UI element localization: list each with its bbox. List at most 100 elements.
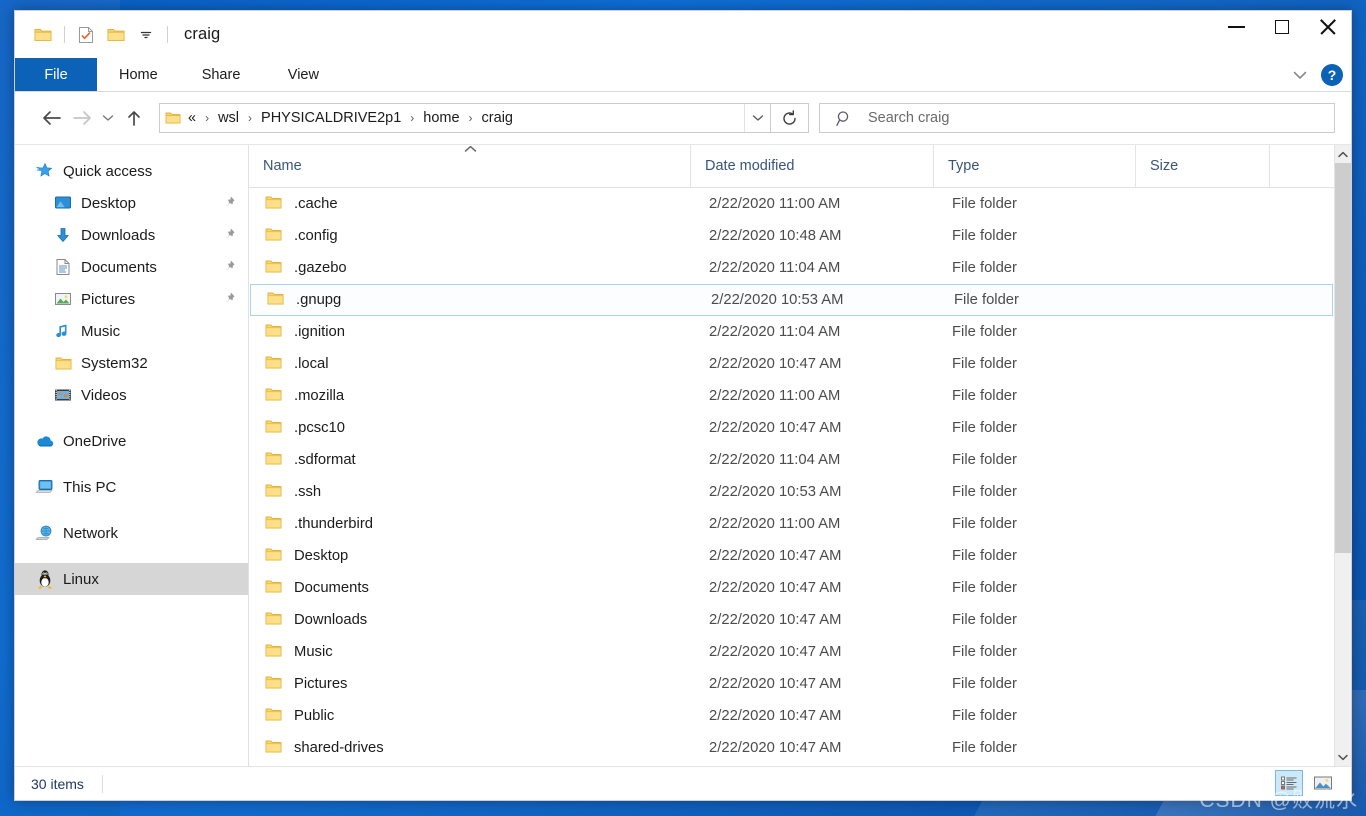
column-header-type[interactable]: Type [934,145,1136,188]
table-row[interactable]: Downloads2/22/2020 10:47 AMFile folder [249,604,1334,636]
navigation-pane: Quick access Desktop [15,145,249,766]
maximize-icon [1275,20,1289,34]
breadcrumb-item-home[interactable]: home [421,110,461,126]
minimize-button[interactable] [1213,11,1259,43]
tab-view[interactable]: View [262,58,344,91]
table-row[interactable]: .gnupg2/22/2020 10:53 AMFile folder [250,284,1333,316]
address-dropdown-button[interactable] [744,104,770,132]
file-name-label: shared-drives [294,740,384,756]
sidebar-item-network[interactable]: Network [15,517,248,549]
sidebar-item-onedrive[interactable]: OneDrive [15,425,248,457]
table-row[interactable]: .mozilla2/22/2020 11:00 AMFile folder [249,380,1334,412]
folder-icon [265,515,282,534]
file-name-cell: .pcsc10 [253,419,695,438]
breadcrumb-item-craig[interactable]: craig [480,110,515,126]
table-row[interactable]: Pictures2/22/2020 10:47 AMFile folder [249,668,1334,700]
table-row[interactable]: .sdformat2/22/2020 11:04 AMFile folder [249,444,1334,476]
file-type-cell: File folder [938,484,1140,500]
table-row[interactable]: .pcsc102/22/2020 10:47 AMFile folder [249,412,1334,444]
table-row[interactable]: .gazebo2/22/2020 11:04 AMFile folder [249,252,1334,284]
view-buttons [1275,770,1337,796]
scrollbar-thumb[interactable] [1335,163,1351,553]
table-row[interactable]: .cache2/22/2020 11:00 AMFile folder [249,188,1334,220]
file-name-label: .pcsc10 [294,420,345,436]
breadcrumb-separator: › [462,111,480,125]
file-name-label: Music [294,644,333,660]
file-name-label: Downloads [294,612,367,628]
file-name-label: .cache [294,196,338,212]
file-type-cell: File folder [938,644,1140,660]
breadcrumb-bar[interactable]: « › wsl › PHYSICALDRIVE2p1 › home › crai… [159,103,771,133]
toolbar-separator [167,26,168,43]
file-date-cell: 2/22/2020 10:47 AM [695,548,938,564]
file-name-cell: shared-drives [253,739,695,758]
new-folder-check-icon[interactable] [71,20,101,50]
file-name-cell: Desktop [253,547,695,566]
table-row[interactable]: Documents2/22/2020 10:47 AMFile folder [249,572,1334,604]
column-header-size[interactable]: Size [1136,145,1270,188]
scrollbar-track[interactable] [1335,163,1351,748]
sidebar-item-pictures[interactable]: Pictures [15,283,248,315]
refresh-button[interactable] [771,103,809,133]
customize-quick-access-icon[interactable] [131,20,161,50]
file-type-cell: File folder [938,612,1140,628]
file-date-cell: 2/22/2020 10:47 AM [695,580,938,596]
quick-access-folder-icon[interactable] [101,20,131,50]
caret-up-icon [1338,151,1348,158]
table-row[interactable]: Music2/22/2020 10:47 AMFile folder [249,636,1334,668]
tab-home[interactable]: Home [97,58,180,91]
back-button[interactable] [37,103,67,133]
scroll-down-button[interactable] [1335,748,1351,766]
close-button[interactable] [1305,11,1351,43]
forward-button[interactable] [67,103,97,133]
file-name-cell: .config [253,227,695,246]
table-row[interactable]: .ssh2/22/2020 10:53 AMFile folder [249,476,1334,508]
table-row[interactable]: Public2/22/2020 10:47 AMFile folder [249,700,1334,732]
sidebar-item-desktop[interactable]: Desktop [15,187,248,219]
ribbon-right-controls: ? [1289,58,1343,92]
sidebar-item-videos[interactable]: Videos [15,379,248,411]
column-header-date-modified[interactable]: Date modified [691,145,934,188]
sidebar-item-documents[interactable]: Documents [15,251,248,283]
sidebar-item-quick-access[interactable]: Quick access [15,155,248,187]
sidebar-item-label: Linux [63,571,99,588]
sidebar-item-linux[interactable]: Linux [15,563,248,595]
nav-spacer [15,549,248,563]
file-date-cell: 2/22/2020 10:47 AM [695,420,938,436]
pin-icon[interactable] [222,227,236,245]
sidebar-item-music[interactable]: Music [15,315,248,347]
breadcrumb-prefix[interactable]: « [186,110,198,126]
vertical-scrollbar[interactable] [1334,145,1351,766]
properties-folder-icon[interactable] [28,20,58,50]
file-name-cell: Public [253,707,695,726]
table-row[interactable]: .config2/22/2020 10:48 AMFile folder [249,220,1334,252]
breadcrumb-item-wsl[interactable]: wsl [216,110,241,126]
scroll-up-button[interactable] [1335,145,1351,163]
breadcrumb-item-physicaldrive[interactable]: PHYSICALDRIVE2p1 [259,110,403,126]
table-row[interactable]: .local2/22/2020 10:47 AMFile folder [249,348,1334,380]
folder-icon [265,323,282,342]
large-icons-view-button[interactable] [1309,770,1337,796]
tab-file[interactable]: File [15,58,97,91]
maximize-button[interactable] [1259,11,1305,43]
table-row[interactable]: .thunderbird2/22/2020 11:00 AMFile folde… [249,508,1334,540]
search-box[interactable]: Search craig [819,103,1335,133]
pin-icon[interactable] [222,259,236,277]
pin-icon[interactable] [222,291,236,309]
help-button[interactable]: ? [1321,64,1343,86]
recent-locations-button[interactable] [97,103,119,133]
column-header-label: Date modified [705,158,794,174]
table-row[interactable]: .ignition2/22/2020 11:04 AMFile folder [249,316,1334,348]
up-button[interactable] [119,103,149,133]
tab-share[interactable]: Share [180,58,263,91]
details-view-button[interactable] [1275,770,1303,796]
sidebar-item-this-pc[interactable]: This PC [15,471,248,503]
sidebar-item-downloads[interactable]: Downloads [15,219,248,251]
minimize-icon [1228,26,1245,28]
table-row[interactable]: Desktop2/22/2020 10:47 AMFile folder [249,540,1334,572]
chevron-down-icon[interactable] [1289,64,1311,86]
search-input[interactable]: Search craig [868,110,949,126]
sidebar-item-system32[interactable]: System32 [15,347,248,379]
pin-icon[interactable] [222,195,236,213]
table-row[interactable]: shared-drives2/22/2020 10:47 AMFile fold… [249,732,1334,764]
